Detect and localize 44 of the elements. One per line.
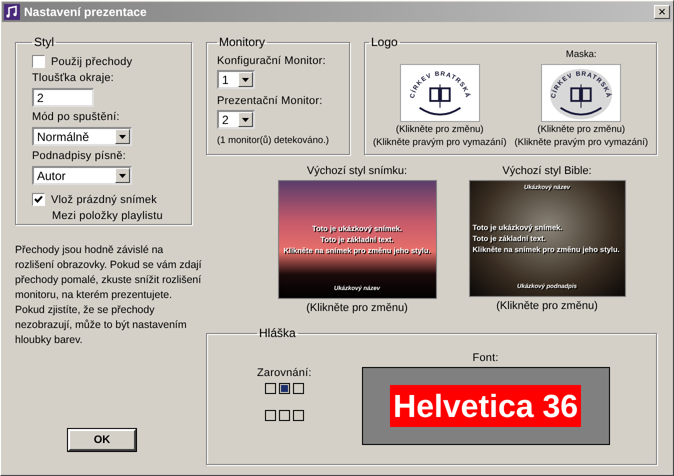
input-field[interactable]: 2 bbox=[32, 88, 94, 107]
ok-button[interactable]: OK bbox=[68, 429, 136, 451]
alignment-option[interactable] bbox=[292, 383, 304, 394]
detected-text: (1 monitor(ů) detekováno.) bbox=[217, 135, 330, 146]
dropdown[interactable]: 1 bbox=[217, 70, 255, 89]
alignment-option[interactable] bbox=[292, 410, 304, 421]
dropdown[interactable]: Autor bbox=[32, 166, 132, 185]
field-label: Prezentační Monitor: bbox=[217, 95, 324, 107]
font-preview[interactable]: Helvetica 36 bbox=[362, 366, 610, 444]
close-button[interactable]: × bbox=[654, 5, 670, 19]
field-label: Konfigurační Monitor: bbox=[217, 55, 327, 67]
group-title: Monitory bbox=[218, 35, 266, 49]
preview-heading: Výchozí styl snímku: bbox=[306, 165, 408, 177]
right-click-hint: (Klikněte pravým pro vymazání) bbox=[514, 137, 648, 148]
group-title: Styl bbox=[33, 35, 56, 49]
checkbox[interactable] bbox=[32, 55, 45, 68]
click-hint: (Klikněte pro změnu) bbox=[396, 124, 484, 135]
checkbox[interactable] bbox=[32, 193, 45, 206]
font-sample: Helvetica 36 bbox=[390, 384, 582, 426]
dropdown[interactable]: Normálně bbox=[32, 127, 132, 146]
right-click-hint: (Klikněte pravým pro vymazání) bbox=[372, 137, 507, 148]
checkbox-note: Mezi položky playlistu bbox=[51, 210, 164, 222]
alignment-option[interactable] bbox=[278, 383, 290, 394]
checkbox-label: Vlož prázdný snímek bbox=[51, 194, 157, 206]
group-title: Logo bbox=[370, 35, 399, 49]
field-label: Podnadpisy písně: bbox=[32, 150, 127, 162]
music-note-icon bbox=[4, 4, 20, 20]
field-label: Mód po spuštění: bbox=[32, 111, 121, 123]
alignment-option[interactable] bbox=[278, 410, 290, 421]
field-label: Tloušťka okraje: bbox=[32, 72, 115, 84]
window-title: Nastavení prezentace bbox=[24, 5, 148, 19]
description-text: Přechody jsou hodně závislé na rozlišení obrazovky. Pokud se vám zdají přechody pomalé, zkuste snížit rozlišení monitoru, na kterém prezentujete. Pokud zjistíte, že se přechody nezobrazují, může to být nastavením hloubky barev. bbox=[15, 243, 203, 348]
click-hint: (Klikněte pro změnu) bbox=[537, 124, 626, 135]
alignment-label: Zarovnání: bbox=[257, 367, 312, 379]
checkbox-label: Použij přechody bbox=[51, 56, 132, 68]
preview-heading: Výchozí styl Bible: bbox=[502, 165, 592, 177]
click-hint: (Klikněte pro změnu) bbox=[306, 302, 408, 314]
group-title: Hláška bbox=[258, 326, 297, 340]
click-hint: (Klikněte pro změnu) bbox=[496, 300, 598, 312]
alignment-option[interactable] bbox=[264, 383, 276, 394]
logo-heading: Maska: bbox=[566, 49, 597, 62]
dropdown[interactable]: 2 bbox=[217, 110, 255, 129]
alignment-option[interactable] bbox=[264, 410, 276, 421]
font-label: Font: bbox=[472, 352, 499, 364]
